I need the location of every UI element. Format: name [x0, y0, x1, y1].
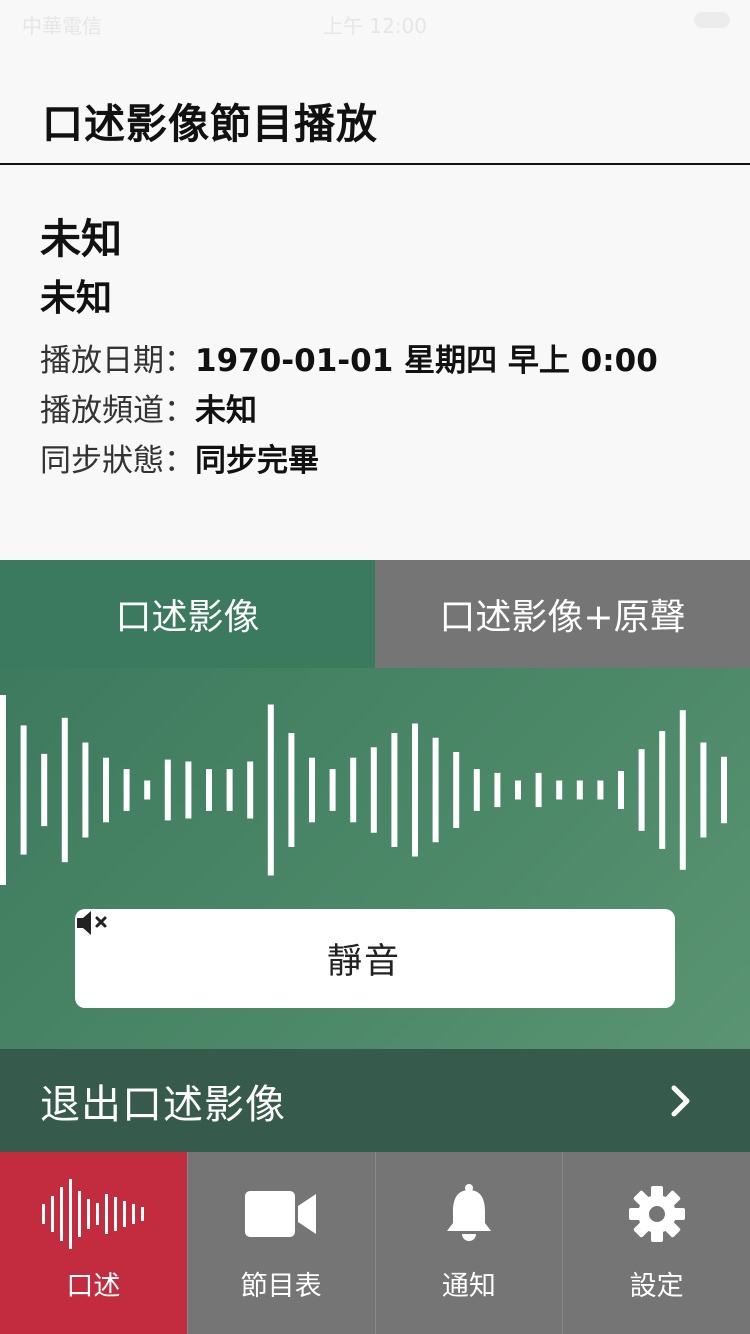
waveform-bar	[123, 769, 130, 811]
waveform-bar	[679, 710, 686, 870]
broadcast-channel-label: 播放頻道：	[40, 393, 195, 429]
tab-audio-description-original[interactable]: 口述影像+原聲	[375, 560, 750, 668]
audio-waveform	[0, 695, 727, 885]
waveform-bar	[576, 780, 583, 800]
program-subtitle: 未知	[40, 278, 113, 319]
waveform-bar	[618, 771, 624, 809]
waveform-bar	[535, 772, 542, 808]
sync-status-row: 同步狀態：同步完畢	[40, 435, 319, 480]
waveform-bar	[329, 769, 336, 811]
broadcast-channel-value: 未知	[195, 393, 257, 429]
waveform-bar	[370, 747, 377, 833]
tab-description[interactable]: 口述	[0, 1152, 187, 1334]
waveform-bar	[288, 733, 295, 847]
mute-label: 靜音	[326, 942, 401, 982]
waveform-bar	[350, 757, 357, 823]
status-bar: 中華電信 上午 12:00	[0, 0, 750, 40]
waveform-bar	[247, 761, 254, 819]
waveform-bar	[412, 723, 418, 857]
tab-description-label: 口述	[66, 1271, 121, 1302]
mute-button[interactable]: 靜音	[75, 909, 675, 1008]
broadcast-channel-row: 播放頻道：未知	[40, 385, 257, 430]
sync-status-label: 同步狀態：	[40, 443, 195, 479]
waveform-bar	[515, 780, 521, 800]
waveform-panel: 靜音	[0, 668, 750, 1049]
waveform-bar	[164, 759, 171, 821]
waveform-bar	[20, 725, 27, 855]
tab-audio-description[interactable]: 口述影像	[0, 560, 375, 668]
sync-status-value: 同步完畢	[195, 443, 319, 479]
video-camera-icon	[188, 1174, 375, 1254]
exit-label: 退出口述影像	[40, 1081, 286, 1128]
tab-settings[interactable]: 設定	[562, 1152, 750, 1334]
chevron-right-icon	[670, 1085, 692, 1121]
tab-schedule-label: 節目表	[240, 1271, 322, 1302]
tab-notifications[interactable]: 通知	[374, 1152, 563, 1334]
waveform-bar	[494, 772, 501, 808]
waveform-bar	[432, 737, 439, 843]
waveform-bar	[659, 731, 666, 849]
waveform-bar	[267, 704, 274, 876]
audio-mode-tabs: 口述影像 口述影像+原聲	[0, 560, 750, 668]
waveform-bar	[597, 780, 604, 800]
waveform-bar	[309, 757, 315, 823]
waveform-bar	[556, 780, 563, 800]
waveform-bar	[61, 717, 68, 863]
waveform-bar	[206, 769, 212, 811]
waveform-bar	[700, 742, 707, 838]
waveform-bar	[391, 733, 398, 847]
broadcast-date-label: 播放日期：	[40, 343, 195, 379]
waveform-bar	[185, 761, 192, 819]
waveform-bar	[144, 780, 151, 800]
waveform-bar	[82, 742, 89, 838]
broadcast-date-row: 播放日期：1970-01-01 星期四 早上 0:00	[40, 335, 658, 380]
waveform-bar	[103, 757, 109, 823]
waveform-bar	[473, 769, 480, 811]
soundwave-icon	[0, 1174, 187, 1254]
tab-schedule[interactable]: 節目表	[186, 1152, 375, 1334]
program-title: 未知	[40, 215, 122, 263]
page-header: 口述影像節目播放	[0, 40, 750, 165]
tab-notifications-label: 通知	[441, 1271, 496, 1302]
tab-settings-label: 設定	[629, 1271, 684, 1302]
page-title: 口述影像節目播放	[42, 100, 378, 148]
gear-icon	[563, 1174, 750, 1254]
status-clock: 上午 12:00	[323, 14, 427, 38]
exit-audio-description-button[interactable]: 退出口述影像	[0, 1049, 750, 1152]
waveform-bar	[41, 753, 48, 827]
program-info: 未知 未知 播放日期：1970-01-01 星期四 早上 0:00 播放頻道：未…	[0, 167, 750, 560]
waveform-bar	[721, 756, 727, 824]
app-screen: 中華電信 上午 12:00 口述影像節目播放 未知 未知 播放日期：1970-0…	[0, 0, 750, 1334]
bottom-tab-bar: 口述 節目表 通知 設定	[0, 1152, 750, 1334]
broadcast-date-value: 1970-01-01 星期四 早上 0:00	[195, 343, 658, 379]
battery-icon	[694, 12, 730, 28]
bell-icon	[376, 1174, 563, 1254]
waveform-bar	[638, 749, 645, 831]
waveform-bar	[0, 695, 6, 885]
waveform-bar	[226, 769, 233, 811]
waveform-bar	[453, 752, 460, 828]
